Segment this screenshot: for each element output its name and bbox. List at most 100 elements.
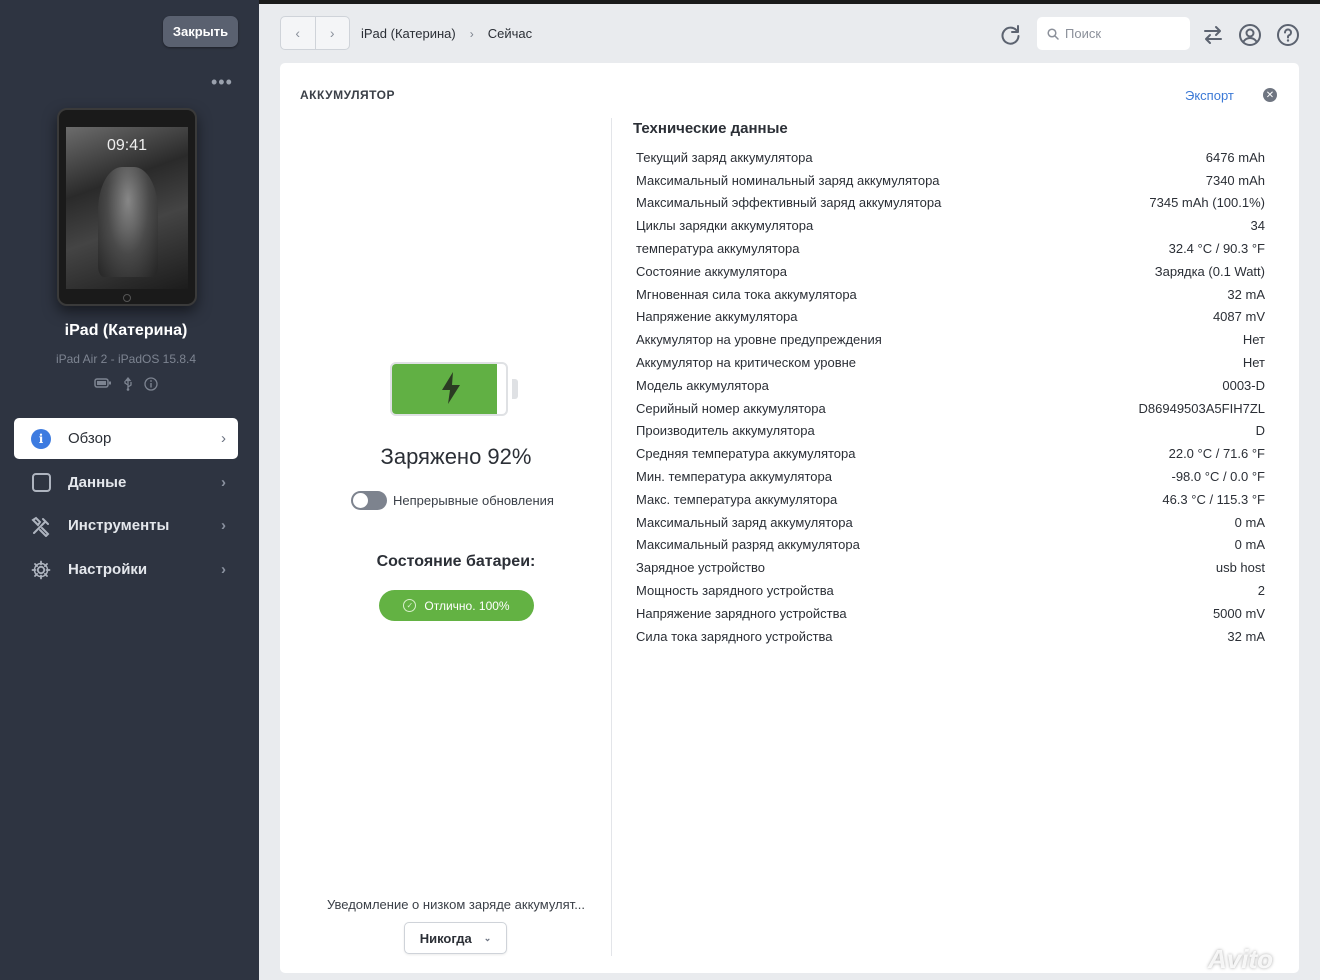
sidebar-item-label: Настройки	[68, 561, 148, 578]
tech-label: Напряжение зарядного устройства	[636, 605, 847, 621]
device-clock: 09:41	[106, 137, 148, 154]
tech-value: 22.0 °C / 71.6 °F	[1168, 446, 1265, 462]
account-icon[interactable]	[1238, 23, 1262, 47]
device-name: iPad (Катерина)	[64, 322, 188, 339]
forward-button[interactable]: ›	[314, 17, 350, 49]
device-image: 09:41	[57, 108, 197, 306]
tech-label: Максимальный разряд аккумулятора	[636, 537, 860, 553]
toggle-knob	[353, 493, 368, 508]
tech-label: Зарядное устройство	[636, 560, 766, 576]
tech-data-table: Текущий заряд аккумулятора 6476 mAh Максим…	[636, 146, 1265, 648]
tech-value: -98.0 °C / 0.0 °F	[1171, 469, 1266, 485]
tech-value: 7345 mAh (100.1%)	[1149, 195, 1265, 211]
tech-value: Нет	[1242, 355, 1265, 371]
chevron-down-icon: ⌄	[483, 932, 492, 943]
tech-value: usb host	[1215, 560, 1265, 576]
watermark-logo: Avito	[1208, 944, 1273, 974]
table-row: Максимальный номинальный заряд аккумулят…	[636, 169, 1265, 192]
chevron-right-icon: ›	[221, 430, 226, 447]
info-icon[interactable]	[144, 377, 158, 391]
tech-label: Мощность зарядного устройства	[636, 583, 834, 599]
check-circle-icon: ✓	[403, 599, 417, 612]
tech-label: Средняя температура аккумулятора	[636, 446, 856, 462]
sidebar: Закрыть ••• 09:41 iPad (Катерина) iPad A…	[0, 0, 259, 980]
home-button	[123, 294, 131, 302]
device-status-icons	[94, 377, 158, 391]
sidebar-item-tools[interactable]: Инструменты ›	[14, 505, 238, 546]
tech-value: 34	[1250, 218, 1265, 234]
table-row: Текущий заряд аккумулятора 6476 mAh	[636, 146, 1265, 169]
refresh-icon[interactable]	[997, 22, 1023, 48]
table-row: Средняя температура аккумулятора 22.0 °C …	[636, 442, 1265, 465]
tech-value: 5000 mV	[1212, 605, 1265, 621]
tech-label: Модель аккумулятора	[636, 377, 769, 393]
tech-value: 6476 mAh	[1205, 149, 1265, 165]
table-row: Мин. температура аккумулятора -98.0 °C / …	[636, 465, 1265, 488]
low-charge-notification-label: Уведомление о низком заряде аккумулят...	[326, 897, 586, 912]
sidebar-item-data[interactable]: Данные ›	[14, 462, 238, 503]
table-row: Мощность зарядного устройства 2	[636, 579, 1265, 602]
table-row: Сила тока зарядного устройства 32 mA	[636, 625, 1265, 648]
device-screen: 09:41	[66, 127, 188, 289]
sidebar-item-overview[interactable]: i Обзор ›	[14, 418, 238, 459]
export-link[interactable]: Экспорт	[1185, 88, 1234, 103]
table-row: Максимальный разряд аккумулятора 0 mA	[636, 534, 1265, 557]
more-options-button[interactable]: •••	[211, 72, 233, 93]
search-box[interactable]	[1037, 17, 1190, 50]
charging-bolt-icon	[442, 372, 460, 404]
battery-state-value: Отлично. 100%	[424, 598, 510, 613]
tech-label: Мин. температура аккумулятора	[636, 469, 832, 485]
help-icon[interactable]	[1276, 23, 1300, 47]
panel-divider	[611, 118, 612, 956]
tech-label: Текущий заряд аккумулятора	[636, 149, 813, 165]
low-charge-select-value: Никогда	[419, 930, 472, 946]
wallpaper-figure	[98, 167, 158, 277]
tech-data-title: Технические данные	[633, 120, 788, 137]
tech-label: Максимальный заряд аккумулятора	[636, 514, 853, 530]
table-row: температура аккумулятора 32.4 °C / 90.3 °…	[636, 237, 1265, 260]
table-row: Максимальный заряд аккумулятора 0 mA	[636, 511, 1265, 534]
battery-graphic	[390, 362, 518, 416]
continuous-updates-label: Непрерывные обновления	[393, 493, 554, 508]
close-button[interactable]: Закрыть	[163, 16, 238, 47]
table-row: Напряжение зарядного устройства 5000 mV	[636, 602, 1265, 625]
back-button[interactable]: ‹	[281, 17, 315, 49]
tech-value: 0 mA	[1234, 537, 1265, 553]
battery-panel: АККУМУЛЯТОР Экспорт ✕ Заряжено 92% Непре…	[280, 63, 1299, 973]
battery-tip	[512, 379, 518, 399]
tech-label: Серийный номер аккумулятора	[636, 400, 826, 416]
table-row: Аккумулятор на критическом уровне Нет	[636, 351, 1265, 374]
battery-icon	[94, 378, 111, 388]
history-nav: ‹ ›	[280, 16, 350, 50]
sidebar-item-label: Инструменты	[68, 517, 170, 534]
continuous-updates-toggle[interactable]	[351, 491, 387, 510]
panel-title: АККУМУЛЯТОР	[300, 88, 395, 102]
table-row: Напряжение аккумулятора 4087 mV	[636, 306, 1265, 329]
chevron-right-icon: ›	[221, 517, 226, 534]
tech-value: 0 mA	[1234, 514, 1265, 530]
tech-label: Сила тока зарядного устройства	[636, 628, 833, 644]
toolbar: ‹ › iPad (Катерина) › Сейчас	[259, 0, 1320, 62]
tech-value: 46.3 °C / 115.3 °F	[1162, 491, 1265, 507]
battery-state-title: Состояние батареи:	[376, 553, 536, 570]
tech-value: 7340 mAh	[1205, 172, 1265, 188]
breadcrumb: iPad (Катерина) › Сейчас	[361, 26, 532, 41]
continuous-updates-row: Непрерывные обновления	[351, 491, 554, 510]
sidebar-item-label: Данные	[68, 474, 127, 491]
info-icon: i	[30, 428, 52, 450]
table-row: Максимальный эффективный заряд аккумулят…	[636, 192, 1265, 215]
device-model: iPad Air 2 - iPadOS 15.8.4	[55, 352, 197, 366]
table-row: Макс. температура аккумулятора 46.3 °C / …	[636, 488, 1265, 511]
close-panel-icon[interactable]: ✕	[1263, 88, 1277, 102]
table-row: Мгновенная сила тока аккумулятора 32 mA	[636, 283, 1265, 306]
tech-value: 0003-D	[1222, 377, 1265, 393]
table-row: Серийный номер аккумулятора D86949503A5FI…	[636, 397, 1265, 420]
table-row: Состояние аккумулятора Зарядка (0.1 Watt)	[636, 260, 1265, 283]
usb-icon	[124, 377, 132, 391]
search-input[interactable]	[1065, 26, 1175, 41]
transfer-icon[interactable]	[1201, 23, 1225, 47]
breadcrumb-current: Сейчас	[487, 26, 533, 41]
sidebar-item-settings[interactable]: Настройки ›	[14, 549, 238, 590]
low-charge-select[interactable]: Никогда ⌄	[404, 922, 507, 954]
breadcrumb-device[interactable]: iPad (Катерина)	[361, 26, 456, 41]
